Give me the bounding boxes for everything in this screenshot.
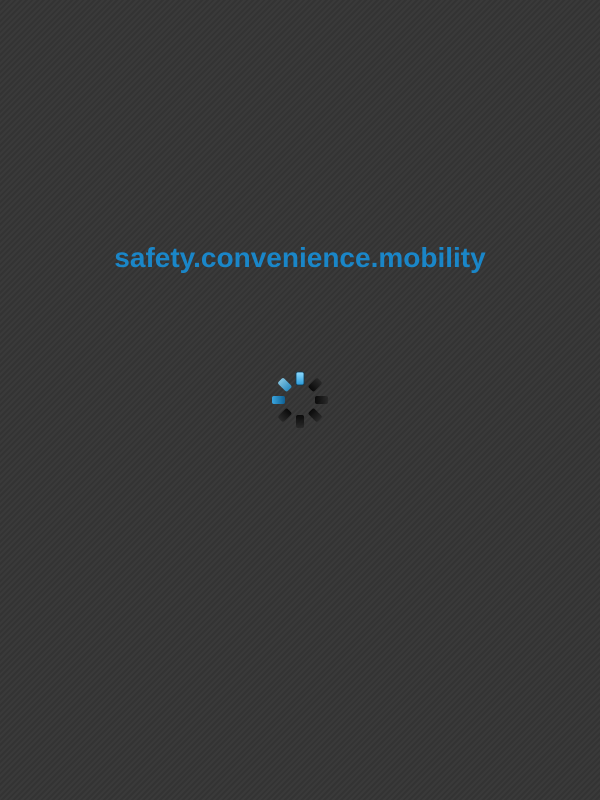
spinner-segment [272,396,285,404]
spinner-segment [315,396,328,404]
splash-screen: safety.convenience.mobility [0,0,600,800]
spinner-graphic [272,371,328,428]
tagline-text: safety.convenience.mobility [114,242,486,273]
spinner-segment [308,378,322,392]
spinner-segment [278,408,292,422]
spinner-segment [296,415,304,428]
loading-spinner-icon [270,370,330,430]
spinner-segment [308,408,322,422]
spinner-segment [278,378,292,392]
spinner-segment [295,371,305,386]
